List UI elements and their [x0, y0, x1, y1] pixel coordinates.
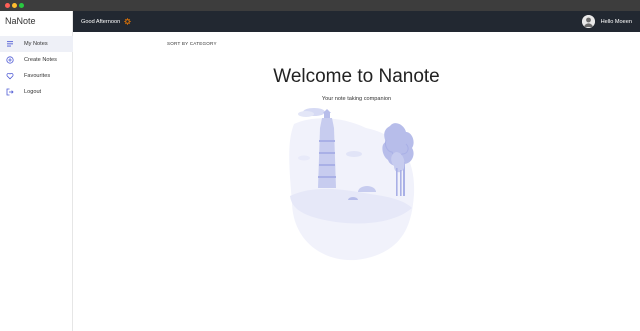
sidebar-item-favourites[interactable]: Favourites — [0, 68, 73, 84]
sidebar-nav: My Notes Create Notes Favourites Logout — [0, 36, 73, 100]
avatar[interactable] — [581, 15, 595, 28]
sidebar-item-create-notes[interactable]: Create Notes — [0, 52, 73, 68]
window-titlebar — [0, 0, 640, 11]
logout-icon — [6, 88, 14, 96]
minimize-window-button[interactable] — [12, 3, 17, 8]
close-window-button[interactable] — [5, 3, 10, 8]
user-greeting: Hello Moeen — [600, 18, 632, 25]
sidebar-item-label: Create Notes — [24, 57, 57, 63]
lighthouse-illustration — [289, 108, 415, 261]
heart-icon — [6, 72, 14, 80]
user-menu[interactable]: Hello Moeen — [581, 11, 632, 32]
welcome-title: Welcome to Nanote — [273, 66, 440, 87]
notes-list-icon — [6, 40, 14, 48]
sidebar: NaNote My Notes Create Notes Favourites … — [0, 11, 73, 331]
sidebar-item-my-notes[interactable]: My Notes — [0, 36, 73, 52]
sun-icon — [124, 18, 132, 25]
top-bar: Good Afternoon Hello Moeen — [73, 11, 640, 32]
app-logo[interactable]: NaNote — [0, 11, 73, 32]
sidebar-item-label: My Notes — [24, 41, 48, 47]
greeting-text: Good Afternoon — [81, 18, 121, 25]
sort-by-category-button[interactable]: SORT BY CATEGORY — [167, 41, 217, 46]
sidebar-item-logout[interactable]: Logout — [0, 84, 73, 100]
maximize-window-button[interactable] — [19, 3, 24, 8]
sidebar-item-label: Logout — [24, 89, 42, 95]
plus-circle-icon — [6, 56, 14, 64]
greeting: Good Afternoon — [81, 11, 132, 32]
sidebar-item-label: Favourites — [24, 73, 51, 79]
tagline: Your note taking companion — [321, 96, 392, 102]
